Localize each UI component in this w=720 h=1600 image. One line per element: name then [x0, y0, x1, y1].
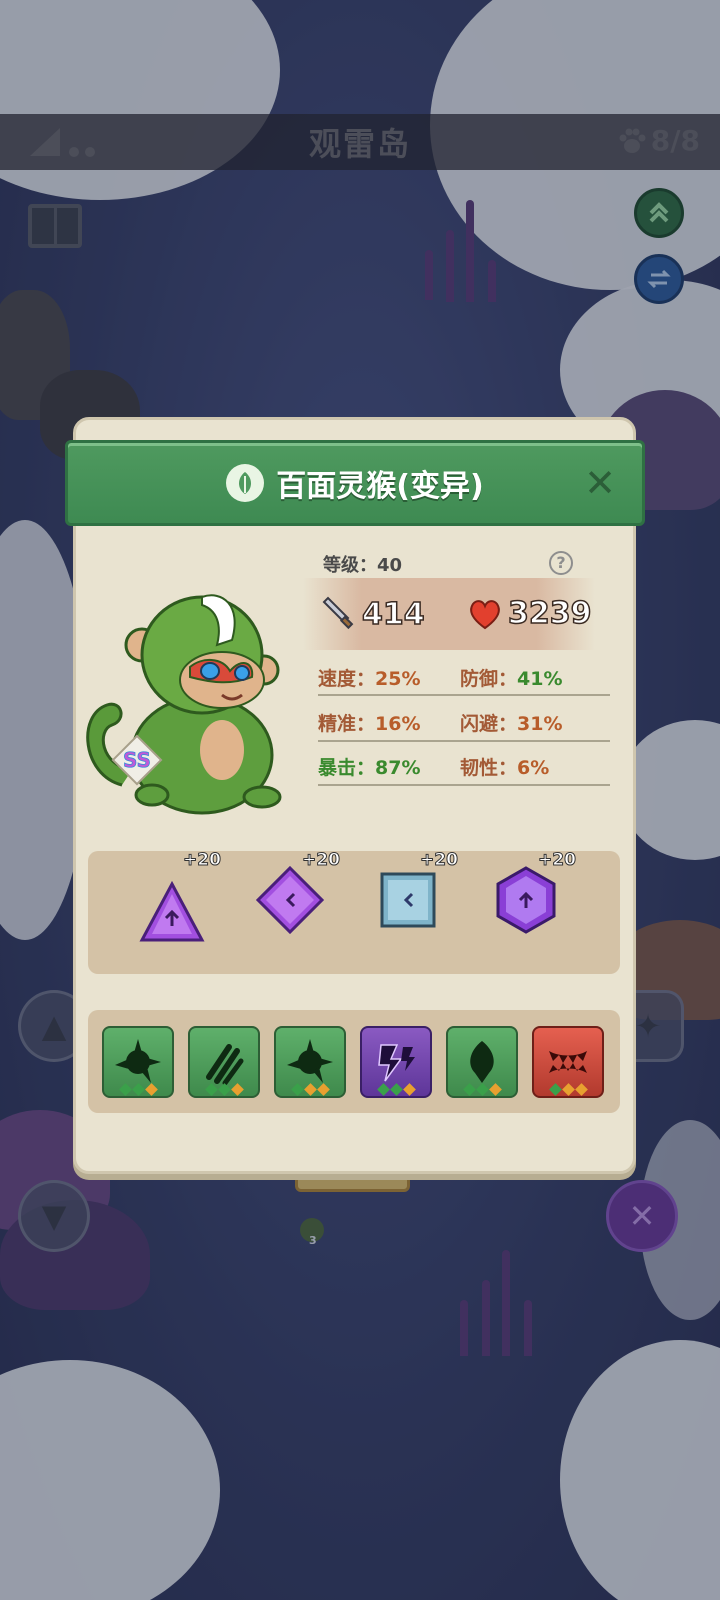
level-value: 40	[377, 555, 403, 576]
hp-stat: 3239	[468, 595, 592, 632]
close-icon[interactable]: ✕	[580, 463, 620, 503]
skill-slot-5[interactable]	[446, 1026, 518, 1098]
gem-bonus: +20	[538, 850, 577, 871]
gem-bonus: +20	[420, 850, 459, 871]
gem-slot-triangle[interactable]	[138, 880, 206, 948]
sword-icon	[322, 596, 354, 630]
stat-accuracy: 精准：16%	[318, 713, 421, 735]
pet-name: 百面灵猴(变异)	[276, 469, 484, 504]
fang-icon	[549, 1051, 587, 1073]
stat-defense: 防御：41%	[460, 668, 563, 690]
stat-crit: 暴击：87%	[318, 757, 421, 779]
gem-slot-diamond[interactable]	[256, 866, 324, 934]
help-icon[interactable]: ?	[549, 551, 573, 575]
gem-bonus: +20	[183, 850, 222, 871]
spike-burst-icon	[287, 1039, 333, 1083]
droplet-icon	[470, 1041, 494, 1083]
lightning-icon	[378, 1044, 415, 1082]
stat-dodge: 闪避：31%	[460, 713, 563, 735]
skill-slot-3[interactable]	[274, 1026, 346, 1098]
level-label: 等级：	[323, 555, 377, 576]
attack-value: 414	[361, 596, 425, 633]
claw-slash-icon	[206, 1044, 244, 1086]
stat-divider	[318, 784, 610, 786]
skill-slot-4[interactable]	[360, 1026, 432, 1098]
stat-divider	[318, 740, 610, 742]
gem-slot-hexagon[interactable]	[492, 866, 560, 934]
stat-toughness: 韧性：6%	[460, 757, 550, 779]
dialog-header: 百面灵猴(变异) ✕	[65, 440, 645, 526]
heart-icon	[470, 599, 500, 629]
leaf-icon	[226, 464, 265, 502]
hp-value: 3239	[507, 595, 592, 632]
stat-speed: 速度：25%	[318, 668, 421, 690]
stat-divider	[318, 694, 610, 696]
gem-slot-square[interactable]	[374, 866, 442, 934]
spike-burst-icon	[115, 1039, 161, 1083]
level-row: 等级：40	[323, 551, 402, 577]
skill-slot-1[interactable]	[102, 1026, 174, 1098]
pet-portrait: SS	[86, 594, 282, 815]
gem-bonus: +20	[302, 850, 341, 871]
skill-slot-2[interactable]	[188, 1026, 260, 1098]
attack-stat: 414	[320, 596, 425, 632]
rank-badge: SS	[123, 748, 151, 772]
skill-slot-6[interactable]	[532, 1026, 604, 1098]
